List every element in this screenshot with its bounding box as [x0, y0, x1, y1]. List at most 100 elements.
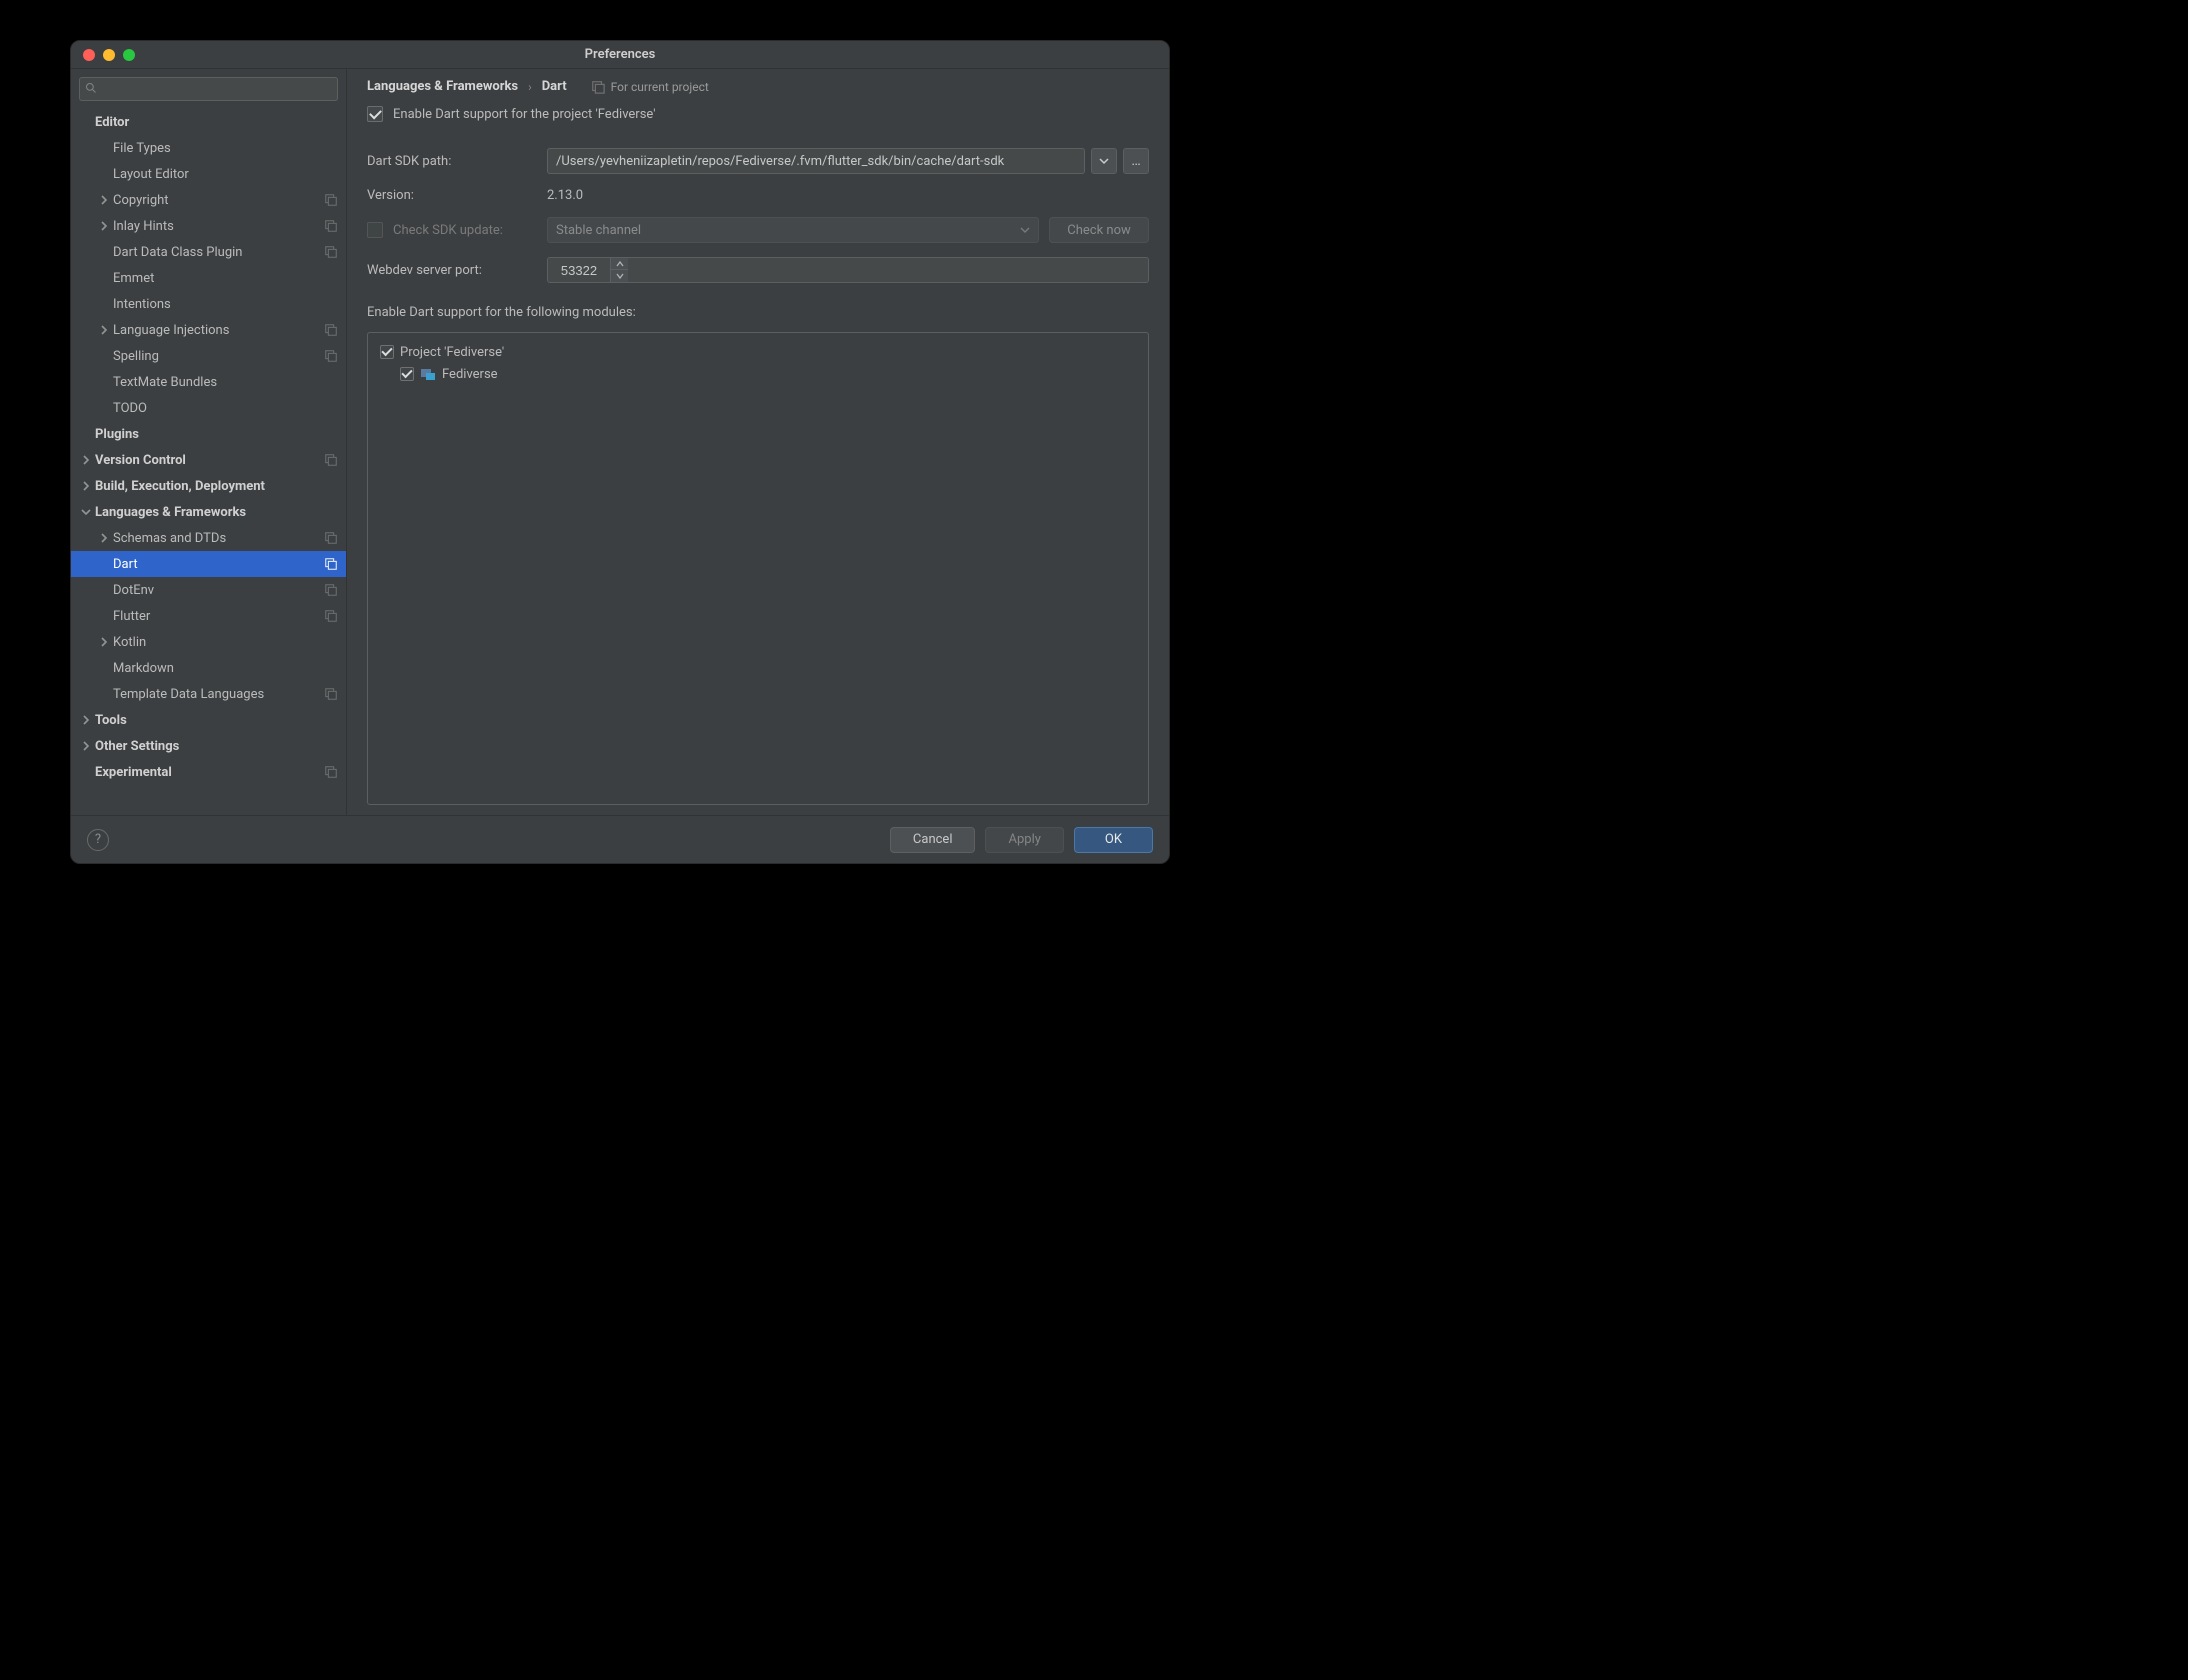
project-scope-icon [324, 531, 338, 545]
enable-dart-label: Enable Dart support for the project 'Fed… [393, 107, 656, 122]
project-scope-icon [324, 583, 338, 597]
sidebar-item[interactable]: Other Settings [71, 733, 346, 759]
module-item-checkbox[interactable] [400, 367, 414, 381]
chevron-right-icon[interactable] [99, 637, 109, 647]
ok-button[interactable]: OK [1074, 827, 1153, 853]
sidebar-item[interactable]: Dart Data Class Plugin [71, 239, 346, 265]
sidebar-item-label: Inlay Hints [113, 219, 324, 234]
chevron-right-icon[interactable] [99, 195, 109, 205]
sidebar-item[interactable]: TextMate Bundles [71, 369, 346, 395]
sidebar-item-label: Schemas and DTDs [113, 531, 324, 546]
webdev-port-input[interactable] [548, 258, 610, 282]
version-value: 2.13.0 [547, 188, 1149, 203]
sidebar-item[interactable]: Languages & Frameworks [71, 499, 346, 525]
chevron-down-icon[interactable] [81, 507, 91, 517]
chevron-right-icon[interactable] [99, 221, 109, 231]
sdk-path-label: Dart SDK path: [367, 154, 537, 169]
sidebar-item-label: TextMate Bundles [113, 375, 338, 390]
chevron-right-icon[interactable] [99, 533, 109, 543]
sidebar-item-label: Copyright [113, 193, 324, 208]
chevron-right-icon[interactable] [81, 481, 91, 491]
channel-select-value: Stable channel [556, 223, 1012, 238]
settings-tree[interactable]: Editor File Types Layout Editor Copyright In… [71, 109, 346, 815]
module-item-row[interactable]: Fediverse [374, 363, 1142, 385]
sidebar-item[interactable]: TODO [71, 395, 346, 421]
webdev-port-label: Webdev server port: [367, 263, 537, 278]
sidebar-item-label: Editor [95, 115, 338, 130]
sdk-path-history-button[interactable] [1091, 148, 1117, 174]
sidebar-item[interactable]: Experimental [71, 759, 346, 785]
check-sdk-update-checkbox[interactable] [367, 222, 383, 238]
sidebar-item-label: Version Control [95, 453, 324, 468]
module-project-checkbox[interactable] [380, 345, 394, 359]
check-now-button[interactable]: Check now [1049, 217, 1149, 243]
sidebar-item[interactable]: Intentions [71, 291, 346, 317]
project-scope-icon [324, 245, 338, 259]
sidebar-item[interactable]: Language Injections [71, 317, 346, 343]
sidebar-item-label: Build, Execution, Deployment [95, 479, 338, 494]
chevron-right-icon[interactable] [81, 715, 91, 725]
chevron-up-icon [616, 261, 624, 267]
sidebar-item-label: Kotlin [113, 635, 338, 650]
webdev-port-spinner[interactable] [547, 257, 1149, 283]
sidebar-item[interactable]: Layout Editor [71, 161, 346, 187]
scope-indicator: For current project [591, 80, 709, 94]
sidebar-item[interactable]: Version Control [71, 447, 346, 473]
scope-label: For current project [611, 80, 709, 94]
module-icon [420, 366, 436, 382]
sidebar-item-label: Tools [95, 713, 338, 728]
sidebar-item[interactable]: Plugins [71, 421, 346, 447]
apply-button[interactable]: Apply [985, 827, 1063, 853]
sidebar-item-label: DotEnv [113, 583, 324, 598]
chevron-down-icon [1099, 156, 1109, 166]
chevron-right-icon[interactable] [81, 741, 91, 751]
project-scope-icon [324, 453, 338, 467]
module-project-row[interactable]: Project 'Fediverse' [374, 341, 1142, 363]
sidebar-item-label: Dart [113, 557, 324, 572]
spin-up-button[interactable] [611, 258, 628, 270]
sidebar-item-label: File Types [113, 141, 338, 156]
project-scope-icon [324, 765, 338, 779]
sidebar-item[interactable]: Copyright [71, 187, 346, 213]
cancel-button[interactable]: Cancel [890, 827, 976, 853]
sidebar-item[interactable]: File Types [71, 135, 346, 161]
enable-dart-row: Enable Dart support for the project 'Fed… [367, 106, 1149, 122]
sdk-path-field[interactable]: /Users/yevheniizapletin/repos/Fediverse/… [547, 148, 1085, 174]
sdk-path-browse-button[interactable]: … [1123, 148, 1149, 174]
sidebar-item-label: Experimental [95, 765, 324, 780]
project-scope-icon [324, 219, 338, 233]
project-scope-icon [324, 687, 338, 701]
help-button[interactable]: ? [87, 829, 109, 851]
sidebar-item[interactable]: Emmet [71, 265, 346, 291]
search-wrap [71, 69, 346, 109]
channel-select[interactable]: Stable channel [547, 217, 1039, 243]
modules-tree[interactable]: Project 'Fediverse' Fediverse [367, 332, 1149, 805]
enable-dart-checkbox[interactable] [367, 106, 383, 122]
breadcrumb-current: Dart [542, 79, 567, 94]
sidebar-item[interactable]: Spelling [71, 343, 346, 369]
sidebar-item[interactable]: Markdown [71, 655, 346, 681]
sidebar-item[interactable]: Kotlin [71, 629, 346, 655]
preferences-window: Preferences EditorFile TypesLayout Edito… [70, 40, 1170, 864]
sidebar-item[interactable]: Editor [71, 109, 346, 135]
content: Enable Dart support for the project 'Fed… [347, 100, 1169, 815]
sidebar-item-label: Language Injections [113, 323, 324, 338]
breadcrumb-parent: Languages & Frameworks [367, 79, 518, 94]
spin-down-button[interactable] [611, 270, 628, 282]
sidebar-item-label: Plugins [95, 427, 338, 442]
sidebar-item-label: Dart Data Class Plugin [113, 245, 324, 260]
chevron-right-icon[interactable] [99, 325, 109, 335]
body: Editor File Types Layout Editor Copyright In… [71, 69, 1169, 815]
chevron-right-icon[interactable] [81, 455, 91, 465]
sidebar-item-label: Flutter [113, 609, 324, 624]
search-input[interactable] [79, 77, 338, 101]
sidebar-item[interactable]: Flutter [71, 603, 346, 629]
sidebar-item[interactable]: Schemas and DTDs [71, 525, 346, 551]
sidebar-item[interactable]: DotEnv [71, 577, 346, 603]
sidebar-item[interactable]: Dart [71, 551, 346, 577]
sidebar-item[interactable]: Build, Execution, Deployment [71, 473, 346, 499]
sidebar-item[interactable]: Tools [71, 707, 346, 733]
sidebar-item[interactable]: Inlay Hints [71, 213, 346, 239]
module-item-label: Fediverse [442, 367, 498, 382]
sidebar-item[interactable]: Template Data Languages [71, 681, 346, 707]
